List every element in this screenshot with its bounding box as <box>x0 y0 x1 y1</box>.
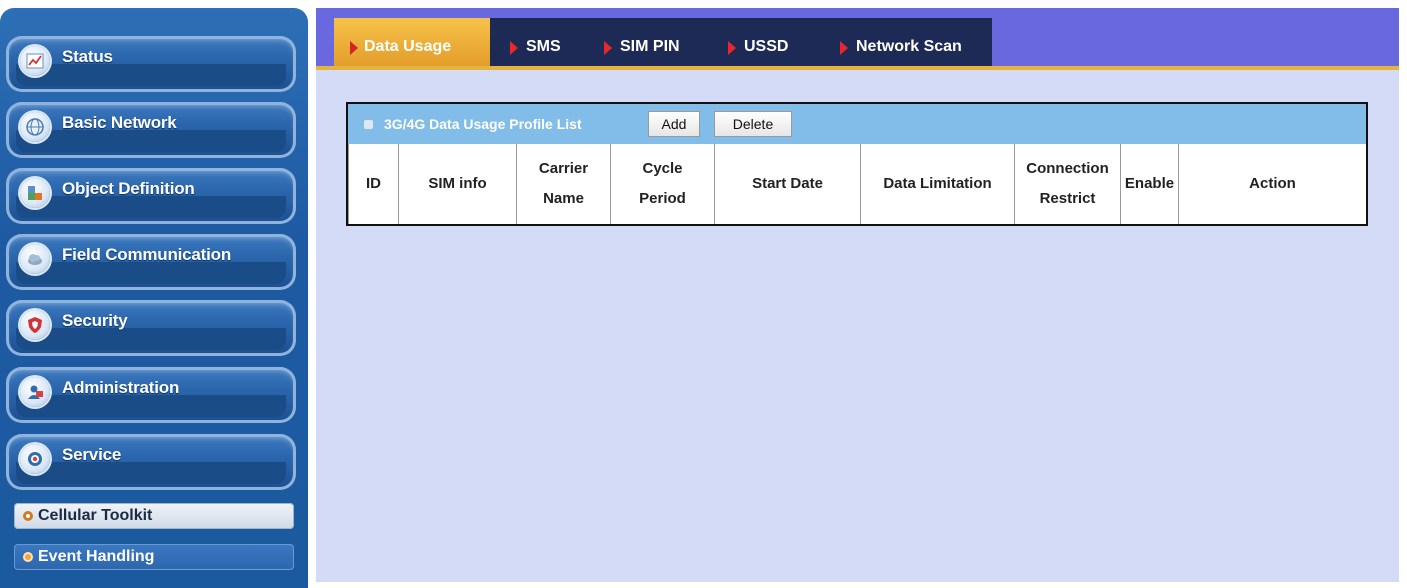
tab-sms[interactable]: SMS <box>490 18 590 66</box>
sidebar-item-shade <box>16 130 286 152</box>
tab-underline <box>316 66 1399 70</box>
tab-label: SMS <box>526 38 561 55</box>
column-header-line1: Carrier <box>538 160 589 177</box>
globe-icon <box>20 112 50 142</box>
arrow-right-icon <box>840 41 848 55</box>
sidebar-item-shade <box>16 328 286 350</box>
sidebar-item-label: Administration <box>62 378 180 397</box>
column-header-connection-restrict: Connection Restrict <box>1014 144 1120 224</box>
arrow-right-icon <box>604 41 612 55</box>
service-icon <box>20 444 50 474</box>
sidebar-item-shade <box>16 64 286 86</box>
column-header-cycle-period: Cycle Period <box>610 144 714 224</box>
tab-network-scan[interactable]: Network Scan <box>826 18 992 66</box>
tab-label: USSD <box>744 38 789 55</box>
column-header-id: ID <box>348 144 398 224</box>
column-header-line2: Period <box>639 190 686 207</box>
list-bullet-icon <box>364 120 373 129</box>
tab-label: Data Usage <box>364 38 452 55</box>
sidebar-item-administration[interactable]: Administration <box>6 367 296 423</box>
tab-strip: Data Usage SMS SIM PIN USSD Network Scan <box>334 18 992 66</box>
shield-icon <box>20 310 50 340</box>
sidebar-item-label: Field Communication <box>62 245 232 264</box>
chart-icon <box>20 46 50 76</box>
sidebar-item-label: Status <box>62 47 113 66</box>
tab-bar: Data Usage SMS SIM PIN USSD Network Scan <box>316 8 1399 66</box>
sidebar-item-label: Basic Network <box>62 113 177 132</box>
column-header-line2: Restrict <box>1039 190 1096 207</box>
sidebar-item-shade <box>16 395 286 417</box>
sidebar-subitem-event-handling[interactable]: Event Handling <box>14 544 294 570</box>
sidebar-item-object-definition[interactable]: Object Definition <box>6 168 296 224</box>
main-content: Data Usage SMS SIM PIN USSD Network Scan <box>316 8 1399 582</box>
table-title: 3G/4G Data Usage Profile List <box>384 116 582 132</box>
column-header-data-limitation: Data Limitation <box>860 144 1014 224</box>
arrow-right-icon <box>728 41 736 55</box>
sidebar-item-basic-network[interactable]: Basic Network <box>6 102 296 158</box>
bullet-icon <box>23 552 33 562</box>
add-button[interactable]: Add <box>648 111 700 137</box>
tab-data-usage[interactable]: Data Usage <box>334 18 490 66</box>
sidebar-item-label: Security <box>62 311 128 330</box>
tab-sim-pin[interactable]: SIM PIN <box>590 18 714 66</box>
column-header-action: Action <box>1178 144 1366 224</box>
column-header-line2: Name <box>543 190 584 207</box>
column-header-line1: Data Limitation <box>883 175 992 192</box>
sidebar-item-field-communication[interactable]: Field Communication <box>6 234 296 290</box>
column-header-line1: Action <box>1249 175 1296 192</box>
tab-label: SIM PIN <box>620 38 680 55</box>
sidebar-item-label: Service <box>62 445 122 464</box>
sidebar-item-status[interactable]: Status <box>6 36 296 92</box>
column-header-line1: Connection <box>1026 160 1109 177</box>
column-header-line1: Start Date <box>752 175 823 192</box>
sidebar-item-security[interactable]: Security <box>6 300 296 356</box>
sidebar-item-service[interactable]: Service <box>6 434 296 490</box>
column-header-enable: Enable <box>1120 144 1178 224</box>
sidebar-subitem-cellular-toolkit[interactable]: Cellular Toolkit <box>14 503 294 529</box>
objects-icon <box>20 178 50 208</box>
arrow-right-icon <box>350 41 358 55</box>
sidebar-item-label: Object Definition <box>62 179 195 198</box>
tab-label: Network Scan <box>856 38 962 55</box>
sidebar: Status Basic Network Object Definition F… <box>0 0 310 588</box>
tab-ussd[interactable]: USSD <box>714 18 826 66</box>
sidebar-subitem-label: Cellular Toolkit <box>38 507 153 524</box>
column-header-line1: SIM info <box>428 175 487 192</box>
sidebar-item-shade <box>16 462 286 484</box>
sidebar-background <box>0 8 308 588</box>
column-header-sim-info: SIM info <box>398 144 516 224</box>
admin-user-icon <box>20 377 50 407</box>
delete-button[interactable]: Delete <box>714 111 792 137</box>
column-header-start-date: Start Date <box>714 144 860 224</box>
sidebar-item-shade <box>16 262 286 284</box>
data-usage-profile-table: 3G/4G Data Usage Profile List Add Delete… <box>346 102 1368 226</box>
arrow-right-icon <box>510 41 518 55</box>
column-header-line1: Cycle <box>642 160 683 177</box>
column-header-line1: Enable <box>1124 175 1175 192</box>
column-header-line1: ID <box>366 175 381 192</box>
sidebar-subitem-label: Event Handling <box>38 548 155 565</box>
table-title-bar: 3G/4G Data Usage Profile List Add Delete <box>348 104 1366 144</box>
bullet-icon <box>23 511 33 521</box>
column-header-carrier-name: Carrier Name <box>516 144 610 224</box>
sidebar-item-shade <box>16 196 286 218</box>
cloud-icon <box>20 244 50 274</box>
